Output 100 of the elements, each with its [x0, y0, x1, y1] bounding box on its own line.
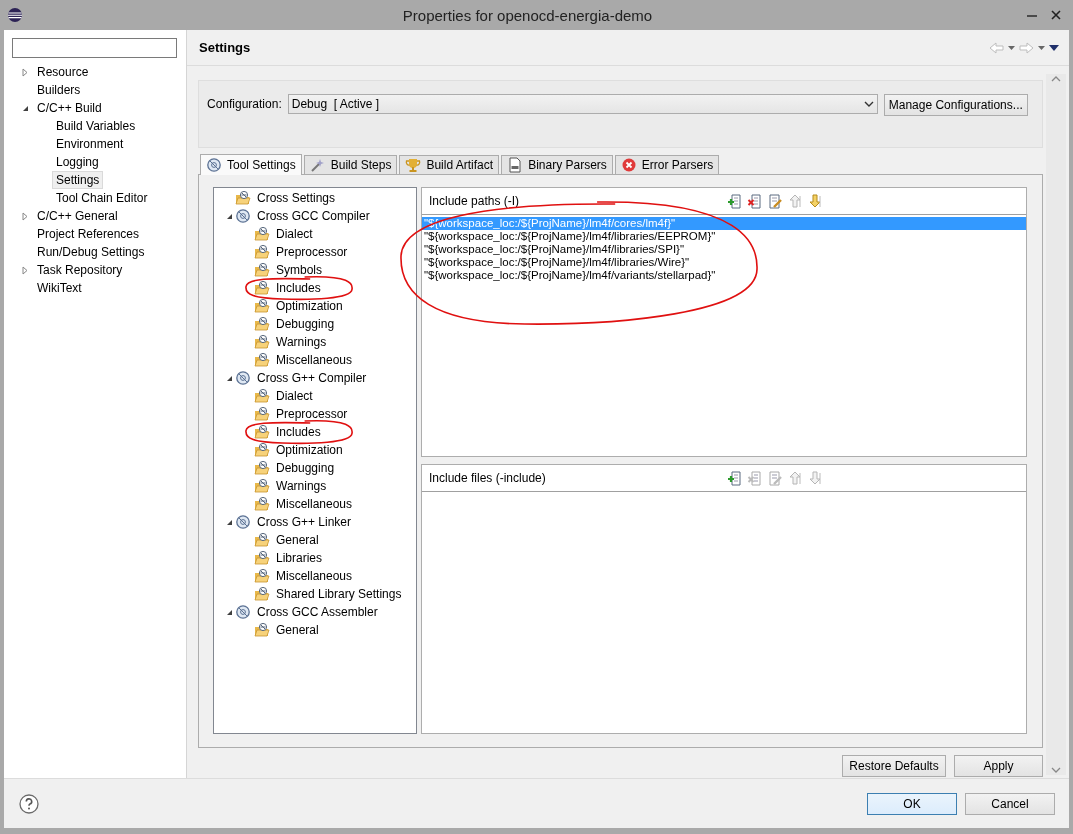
folder-icon — [254, 298, 270, 314]
manage-configurations-button[interactable]: Manage Configurations... — [883, 94, 1028, 116]
menu-icon[interactable] — [1049, 44, 1059, 51]
window-title: Properties for openocd-energia-demo — [401, 6, 654, 24]
tree-item[interactable]: Dialect — [272, 225, 317, 243]
edit-icon[interactable] — [767, 193, 783, 209]
folder-icon — [254, 316, 270, 332]
tab[interactable]: Build Steps — [303, 155, 398, 174]
tree-item[interactable]: Dialect — [272, 387, 317, 405]
tree-item[interactable]: Optimization — [272, 441, 347, 459]
tab[interactable]: Error Parsers — [614, 155, 720, 174]
eclipse-app-icon — [7, 7, 23, 23]
tree-item[interactable]: Cross G++ Linker — [253, 513, 356, 531]
tree-item[interactable]: Shared Library Settings — [272, 585, 406, 603]
trophy-icon — [405, 157, 422, 173]
tree-item[interactable]: Miscellaneous — [272, 351, 357, 369]
tree-item[interactable]: Cross G++ Compiler — [253, 369, 371, 387]
tree-item[interactable]: Debugging — [272, 315, 339, 333]
folder-icon — [254, 244, 270, 260]
folder-icon — [254, 532, 270, 548]
folder-icon — [254, 550, 270, 566]
tree-item[interactable]: Logging — [52, 153, 103, 171]
folder-icon — [254, 442, 270, 458]
tree-item[interactable]: Warnings — [272, 333, 331, 351]
close-icon[interactable] — [1049, 8, 1063, 22]
tree-item[interactable]: Warnings — [272, 477, 331, 495]
folder-icon — [254, 622, 270, 638]
tree-item[interactable]: Symbols — [272, 261, 326, 279]
page-title: Settings — [199, 40, 252, 55]
down-arrow-icon[interactable] — [807, 193, 823, 209]
folder-icon — [254, 262, 270, 278]
folder-icon — [254, 496, 270, 512]
tree-item[interactable]: Build Variables — [52, 117, 140, 135]
tree-item[interactable]: Settings — [52, 171, 104, 189]
tree-item[interactable]: Resource — [33, 63, 93, 81]
list-item[interactable]: "${workspace_loc:/${ProjName}/lm4f/variants/stellarpad}" — [422, 269, 1026, 282]
tree-item[interactable]: Cross Settings — [253, 189, 340, 207]
tree-item[interactable]: C/C++ Build — [33, 99, 106, 117]
expand-arrow-icon[interactable] — [21, 67, 29, 77]
tree-item[interactable]: Project References — [33, 225, 144, 243]
tree-item[interactable]: Debugging — [272, 459, 339, 477]
cancel-button[interactable]: Cancel — [965, 792, 1055, 815]
panel-title: Include files (-include) — [429, 471, 547, 485]
tree-item[interactable]: Miscellaneous — [272, 495, 357, 513]
folder-icon — [235, 190, 251, 206]
folder-icon — [254, 226, 270, 242]
folder-icon — [254, 406, 270, 422]
tree-item[interactable]: General — [272, 621, 323, 639]
list-item[interactable]: "${workspace_loc:/${ProjName}/lm4f/libraries/EEPROM}" — [422, 230, 1026, 243]
tree-item[interactable]: Cross GCC Assembler — [253, 603, 382, 621]
ok-button[interactable]: OK — [867, 792, 957, 815]
configuration-dropdown[interactable]: Debug [ Active ] — [287, 94, 878, 114]
tree-item[interactable]: Includes — [272, 279, 325, 297]
expand-arrow-icon[interactable] — [21, 211, 29, 221]
tree-item[interactable]: Environment — [52, 135, 128, 153]
restore-defaults-button[interactable]: Restore Defaults — [842, 755, 946, 777]
expand-arrow-icon[interactable] — [21, 265, 29, 275]
tree-item[interactable]: C/C++ General — [33, 207, 122, 225]
folder-icon — [254, 280, 270, 296]
tab[interactable]: Tool Settings — [200, 154, 302, 175]
folder-icon — [254, 388, 270, 404]
tab[interactable]: Build Artifact — [399, 155, 500, 174]
folder-icon — [254, 478, 270, 494]
help-icon[interactable] — [19, 793, 39, 814]
tree-item[interactable]: Optimization — [272, 297, 347, 315]
tree-item[interactable]: Preprocessor — [272, 243, 352, 261]
apply-button[interactable]: Apply — [954, 755, 1043, 777]
list-item[interactable]: "${workspace_loc:/${ProjName}/lm4f/libraries/SPI}" — [422, 243, 1026, 256]
add-icon[interactable] — [727, 470, 743, 486]
tree-item[interactable]: General — [272, 531, 323, 549]
panel-title: Include paths (-I) — [429, 194, 521, 208]
chevron-down-icon — [863, 101, 874, 107]
list-item[interactable]: "${workspace_loc:/${ProjName}/lm4f/libraries/Wire}" — [422, 256, 1026, 269]
tree-item[interactable]: Preprocessor — [272, 405, 352, 423]
folder-icon — [254, 352, 270, 368]
folder-icon — [254, 460, 270, 476]
scroll-up-icon[interactable] — [1051, 76, 1061, 82]
field-label: Configuration: — [207, 96, 282, 113]
tree-item[interactable]: Task Repository — [33, 261, 127, 279]
tree-item[interactable]: Includes — [272, 423, 325, 441]
tree-item[interactable]: Builders — [33, 81, 85, 99]
tree-item[interactable]: WikiText — [33, 279, 86, 297]
tree-item[interactable]: Run/Debug Settings — [33, 243, 149, 261]
tree-item[interactable]: Tool Chain Editor — [52, 189, 152, 207]
scroll-down-icon[interactable] — [1051, 767, 1061, 773]
scrollbar[interactable] — [1046, 74, 1066, 775]
wand-icon — [309, 157, 326, 173]
folder-icon — [254, 586, 270, 602]
folder-icon — [254, 334, 270, 350]
caret-icon[interactable] — [1008, 45, 1015, 50]
tree-item[interactable]: Cross GCC Compiler — [253, 207, 374, 225]
tree-item[interactable]: Miscellaneous — [272, 567, 357, 585]
error-icon — [620, 157, 637, 173]
folder-icon — [254, 424, 270, 440]
caret-icon[interactable] — [1038, 45, 1045, 50]
filter-field[interactable] — [12, 38, 177, 58]
tab[interactable]: Binary Parsers — [501, 155, 613, 174]
tree-item[interactable]: Libraries — [272, 549, 327, 567]
add-icon[interactable] — [727, 193, 743, 209]
delete-icon[interactable] — [747, 193, 763, 209]
